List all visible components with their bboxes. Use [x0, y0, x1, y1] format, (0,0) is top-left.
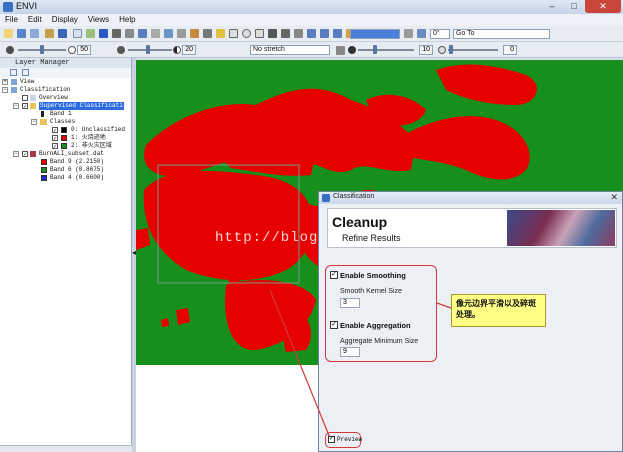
preview-checkbox[interactable]: ✓ [328, 436, 335, 443]
preview-highlight: ✓ Preview [325, 432, 363, 448]
preview-label: Preview [337, 436, 363, 443]
callout-arrow [436, 302, 452, 309]
annotation-arrows [269, 289, 452, 439]
preview-arrow [269, 289, 331, 439]
